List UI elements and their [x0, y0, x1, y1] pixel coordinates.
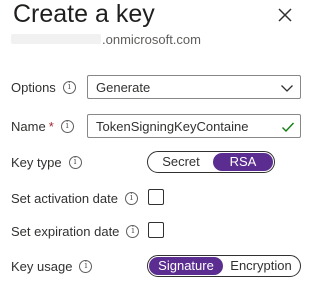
chevron-down-icon [281, 85, 293, 92]
key-type-label-row: Key type i [11, 153, 82, 171]
options-dropdown[interactable]: Generate [87, 75, 301, 99]
options-label: Options [11, 79, 56, 95]
options-label-row: Options i [11, 78, 76, 96]
tenant-domain: .onmicrosoft.com [11, 31, 201, 47]
name-label-row: Name * i [11, 117, 74, 135]
activation-label-row: Set activation date i [11, 189, 138, 207]
expiration-label: Set expiration date [11, 223, 120, 239]
key-usage-toggle[interactable]: Signature Encryption [147, 255, 301, 277]
panel-title: Create a key [13, 0, 155, 28]
activation-date-checkbox[interactable] [148, 189, 164, 205]
key-type-option-rsa[interactable]: RSA [213, 153, 273, 171]
key-type-option-secret[interactable]: Secret [149, 153, 213, 171]
info-icon[interactable]: i [79, 259, 93, 273]
required-asterisk: * [48, 118, 54, 134]
name-value: TokenSigningKeyContaine [96, 118, 249, 134]
options-value: Generate [96, 79, 151, 95]
info-icon[interactable]: i [62, 80, 76, 94]
activation-label: Set activation date [11, 190, 118, 206]
name-input[interactable]: TokenSigningKeyContaine [87, 114, 301, 138]
panel-subtitle: .onmicrosoft.com [102, 31, 201, 47]
redacted-region [11, 34, 101, 44]
expiration-date-checkbox[interactable] [148, 222, 164, 238]
key-type-toggle[interactable]: Secret RSA [147, 151, 275, 173]
expiration-label-row: Set expiration date i [11, 222, 140, 240]
info-icon[interactable]: i [68, 155, 82, 169]
info-icon[interactable]: i [124, 191, 138, 205]
key-usage-option-encryption[interactable]: Encryption [223, 257, 299, 275]
name-label: Name [11, 118, 46, 134]
key-type-label: Key type [11, 154, 62, 170]
info-icon[interactable]: i [60, 119, 74, 133]
close-icon[interactable] [277, 7, 293, 23]
key-usage-label-row: Key usage i [11, 257, 93, 275]
info-icon[interactable]: i [126, 224, 140, 238]
key-usage-option-signature[interactable]: Signature [149, 257, 223, 275]
checkmark-icon [282, 122, 295, 133]
key-usage-label: Key usage [11, 258, 73, 274]
